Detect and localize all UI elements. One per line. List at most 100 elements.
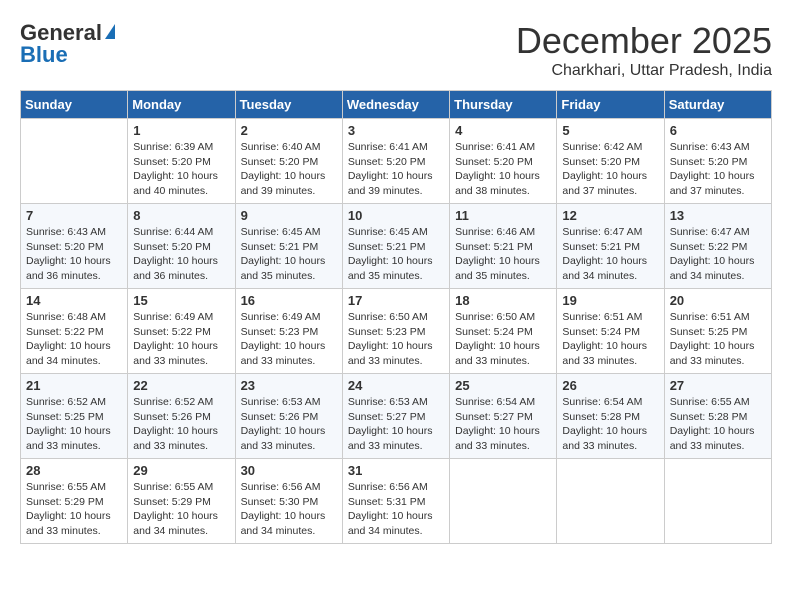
calendar-cell: 15Sunrise: 6:49 AMSunset: 5:22 PMDayligh… xyxy=(128,289,235,374)
cell-info: Sunrise: 6:49 AMSunset: 5:23 PMDaylight:… xyxy=(241,310,337,369)
cell-info: Sunrise: 6:52 AMSunset: 5:25 PMDaylight:… xyxy=(26,395,122,454)
day-number: 11 xyxy=(455,208,551,223)
calendar-cell xyxy=(21,119,128,204)
logo: General Blue xyxy=(20,20,115,68)
day-number: 7 xyxy=(26,208,122,223)
calendar-cell: 29Sunrise: 6:55 AMSunset: 5:29 PMDayligh… xyxy=(128,459,235,544)
month-title: December 2025 xyxy=(516,20,772,62)
calendar-table: SundayMondayTuesdayWednesdayThursdayFrid… xyxy=(20,90,772,544)
day-number: 1 xyxy=(133,123,229,138)
calendar-cell: 17 Sunrise: 6:50 AMSunset: 5:23 PMDayligh… xyxy=(342,289,449,374)
page-header: General Blue December 2025 Charkhari, Ut… xyxy=(20,20,772,80)
cell-info: Sunrise: 6:56 AMSunset: 5:31 PMDaylight:… xyxy=(348,480,444,539)
calendar-cell: 11 Sunrise: 6:46 AMSunset: 5:21 PMDayligh… xyxy=(450,204,557,289)
calendar-cell: 2 Sunrise: 6:40 AMSunset: 5:20 PMDaylight… xyxy=(235,119,342,204)
day-number: 5 xyxy=(562,123,658,138)
day-number: 4 xyxy=(455,123,551,138)
day-number: 3 xyxy=(348,123,444,138)
day-number: 26 xyxy=(562,378,658,393)
day-number: 21 xyxy=(26,378,122,393)
calendar-body: 1 Sunrise: 6:39 AMSunset: 5:20 PMDaylight… xyxy=(21,119,772,544)
calendar-cell: 13 Sunrise: 6:47 AMSunset: 5:22 PMDayligh… xyxy=(664,204,771,289)
cell-info: Sunrise: 6:45 AMSunset: 5:21 PMDaylight:… xyxy=(348,225,444,284)
day-number: 27 xyxy=(670,378,766,393)
day-number: 16 xyxy=(241,293,337,308)
calendar-cell: 26 Sunrise: 6:54 AMSunset: 5:28 PMDayligh… xyxy=(557,374,664,459)
calendar-cell: 6 Sunrise: 6:43 AMSunset: 5:20 PMDaylight… xyxy=(664,119,771,204)
calendar-cell: 18 Sunrise: 6:50 AMSunset: 5:24 PMDayligh… xyxy=(450,289,557,374)
cell-info: Sunrise: 6:55 AMSunset: 5:29 PMDaylight:… xyxy=(133,480,229,539)
day-number: 18 xyxy=(455,293,551,308)
calendar-cell xyxy=(664,459,771,544)
cell-info: Sunrise: 6:51 AMSunset: 5:24 PMDaylight:… xyxy=(562,310,658,369)
cell-info: Sunrise: 6:48 AMSunset: 5:22 PMDaylight:… xyxy=(26,310,122,369)
logo-triangle-icon xyxy=(105,24,115,39)
column-header-saturday: Saturday xyxy=(664,91,771,119)
calendar-cell: 7 Sunrise: 6:43 AMSunset: 5:20 PMDaylight… xyxy=(21,204,128,289)
calendar-cell: 16 Sunrise: 6:49 AMSunset: 5:23 PMDayligh… xyxy=(235,289,342,374)
column-header-tuesday: Tuesday xyxy=(235,91,342,119)
cell-info: Sunrise: 6:51 AMSunset: 5:25 PMDaylight:… xyxy=(670,310,766,369)
calendar-cell xyxy=(557,459,664,544)
day-number: 22 xyxy=(133,378,229,393)
cell-info: Sunrise: 6:47 AMSunset: 5:22 PMDaylight:… xyxy=(670,225,766,284)
day-number: 12 xyxy=(562,208,658,223)
column-header-wednesday: Wednesday xyxy=(342,91,449,119)
cell-info: Sunrise: 6:47 AMSunset: 5:21 PMDaylight:… xyxy=(562,225,658,284)
day-number: 17 xyxy=(348,293,444,308)
cell-info: Sunrise: 6:44 AMSunset: 5:20 PMDaylight:… xyxy=(133,225,229,284)
calendar-cell: 14 Sunrise: 6:48 AMSunset: 5:22 PMDayligh… xyxy=(21,289,128,374)
day-number: 2 xyxy=(241,123,337,138)
cell-info: Sunrise: 6:54 AMSunset: 5:27 PMDaylight:… xyxy=(455,395,551,454)
calendar-cell: 23Sunrise: 6:53 AMSunset: 5:26 PMDayligh… xyxy=(235,374,342,459)
calendar-header-row: SundayMondayTuesdayWednesdayThursdayFrid… xyxy=(21,91,772,119)
cell-info: Sunrise: 6:43 AMSunset: 5:20 PMDaylight:… xyxy=(670,140,766,199)
calendar-week-3: 14 Sunrise: 6:48 AMSunset: 5:22 PMDayligh… xyxy=(21,289,772,374)
day-number: 6 xyxy=(670,123,766,138)
title-block: December 2025 Charkhari, Uttar Pradesh, … xyxy=(516,20,772,80)
calendar-cell: 27Sunrise: 6:55 AMSunset: 5:28 PMDayligh… xyxy=(664,374,771,459)
cell-info: Sunrise: 6:56 AMSunset: 5:30 PMDaylight:… xyxy=(241,480,337,539)
calendar-week-1: 1 Sunrise: 6:39 AMSunset: 5:20 PMDaylight… xyxy=(21,119,772,204)
cell-info: Sunrise: 6:39 AMSunset: 5:20 PMDaylight:… xyxy=(133,140,229,199)
day-number: 25 xyxy=(455,378,551,393)
day-number: 14 xyxy=(26,293,122,308)
calendar-cell: 24Sunrise: 6:53 AMSunset: 5:27 PMDayligh… xyxy=(342,374,449,459)
calendar-cell: 28Sunrise: 6:55 AMSunset: 5:29 PMDayligh… xyxy=(21,459,128,544)
column-header-monday: Monday xyxy=(128,91,235,119)
cell-info: Sunrise: 6:50 AMSunset: 5:24 PMDaylight:… xyxy=(455,310,551,369)
cell-info: Sunrise: 6:41 AMSunset: 5:20 PMDaylight:… xyxy=(348,140,444,199)
calendar-cell: 5Sunrise: 6:42 AMSunset: 5:20 PMDaylight… xyxy=(557,119,664,204)
calendar-cell: 1 Sunrise: 6:39 AMSunset: 5:20 PMDaylight… xyxy=(128,119,235,204)
calendar-cell: 25 Sunrise: 6:54 AMSunset: 5:27 PMDayligh… xyxy=(450,374,557,459)
column-header-sunday: Sunday xyxy=(21,91,128,119)
calendar-cell: 10 Sunrise: 6:45 AMSunset: 5:21 PMDayligh… xyxy=(342,204,449,289)
location-title: Charkhari, Uttar Pradesh, India xyxy=(516,62,772,80)
day-number: 31 xyxy=(348,463,444,478)
calendar-cell xyxy=(450,459,557,544)
cell-info: Sunrise: 6:43 AMSunset: 5:20 PMDaylight:… xyxy=(26,225,122,284)
day-number: 20 xyxy=(670,293,766,308)
calendar-cell: 21 Sunrise: 6:52 AMSunset: 5:25 PMDayligh… xyxy=(21,374,128,459)
cell-info: Sunrise: 6:46 AMSunset: 5:21 PMDaylight:… xyxy=(455,225,551,284)
cell-info: Sunrise: 6:40 AMSunset: 5:20 PMDaylight:… xyxy=(241,140,337,199)
logo-blue-text: Blue xyxy=(20,42,68,68)
cell-info: Sunrise: 6:55 AMSunset: 5:29 PMDaylight:… xyxy=(26,480,122,539)
calendar-week-4: 21 Sunrise: 6:52 AMSunset: 5:25 PMDayligh… xyxy=(21,374,772,459)
cell-info: Sunrise: 6:50 AMSunset: 5:23 PMDaylight:… xyxy=(348,310,444,369)
day-number: 19 xyxy=(562,293,658,308)
day-number: 9 xyxy=(241,208,337,223)
cell-info: Sunrise: 6:54 AMSunset: 5:28 PMDaylight:… xyxy=(562,395,658,454)
calendar-cell: 4Sunrise: 6:41 AMSunset: 5:20 PMDaylight… xyxy=(450,119,557,204)
day-number: 8 xyxy=(133,208,229,223)
day-number: 13 xyxy=(670,208,766,223)
calendar-cell: 3 Sunrise: 6:41 AMSunset: 5:20 PMDaylight… xyxy=(342,119,449,204)
day-number: 23 xyxy=(241,378,337,393)
cell-info: Sunrise: 6:52 AMSunset: 5:26 PMDaylight:… xyxy=(133,395,229,454)
day-number: 10 xyxy=(348,208,444,223)
day-number: 15 xyxy=(133,293,229,308)
day-number: 30 xyxy=(241,463,337,478)
calendar-cell: 12 Sunrise: 6:47 AMSunset: 5:21 PMDayligh… xyxy=(557,204,664,289)
calendar-week-2: 7 Sunrise: 6:43 AMSunset: 5:20 PMDaylight… xyxy=(21,204,772,289)
calendar-cell: 19 Sunrise: 6:51 AMSunset: 5:24 PMDayligh… xyxy=(557,289,664,374)
